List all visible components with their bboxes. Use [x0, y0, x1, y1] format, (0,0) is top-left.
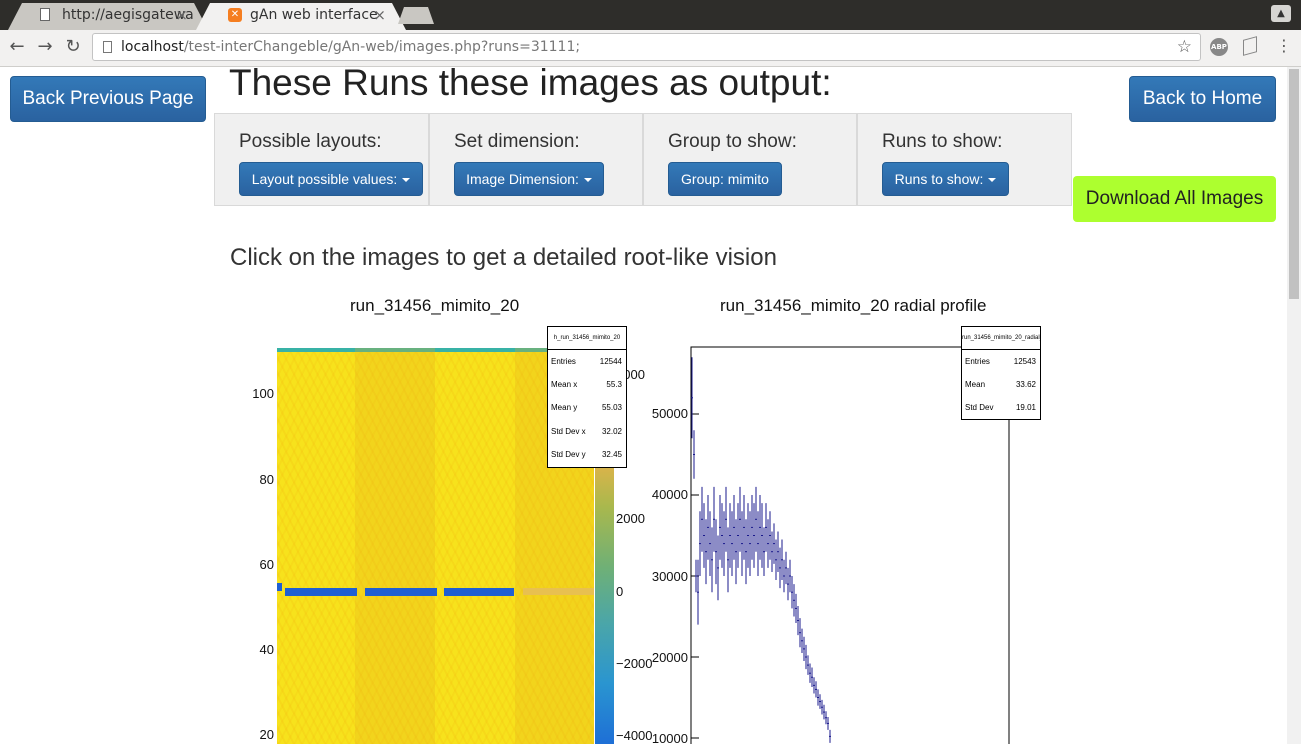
browser-tab-gan[interactable]: ✕ gAn web interface × — [196, 3, 406, 30]
stats-value: 33.62 — [1015, 380, 1036, 389]
bookmark-star-icon[interactable]: ☆ — [1177, 37, 1192, 57]
stats-key: Mean — [965, 380, 986, 389]
xampp-icon: ✕ — [228, 8, 242, 22]
stats-key: Entries — [965, 357, 990, 366]
adblock-extension-icon[interactable]: ABP — [1210, 38, 1228, 56]
radial-y-tick: 10000 — [651, 731, 688, 744]
page-icon — [40, 8, 50, 21]
stats-value: 19.01 — [1015, 403, 1036, 412]
browser-tab-aegis[interactable]: http://aegisgatewa × — [8, 3, 208, 30]
stats-value: 12543 — [1013, 357, 1036, 366]
stats-key: Std Dev — [965, 403, 994, 412]
url-path: /test-interChangeble/gAn-web/images.php?… — [183, 39, 581, 55]
back-arrow-icon[interactable]: ← — [6, 36, 28, 57]
address-bar[interactable]: localhost/test-interChangeble/gAn-web/im… — [92, 33, 1201, 61]
stats-row: Entries 12543 — [965, 357, 1036, 371]
reload-icon[interactable]: ↻ — [62, 36, 84, 57]
browser-tab-bar: http://aegisgatewa × ✕ gAn web interface… — [0, 0, 1301, 30]
tab-title: http://aegisgatewa — [62, 7, 194, 23]
page-content: Back Previous Page These Runs these imag… — [0, 67, 1287, 744]
extension-cube-icon[interactable] — [1243, 36, 1257, 56]
stats-row: Std Dev 19.01 — [965, 403, 1036, 417]
close-icon[interactable]: × — [175, 6, 188, 24]
tab-inner: http://aegisgatewa × — [26, 3, 194, 30]
stats-title: run_31456_mimito_20_radial_profile — [962, 327, 1040, 350]
tab-title: gAn web interface — [250, 7, 378, 23]
page-info-icon[interactable] — [103, 41, 112, 53]
stats-row: Mean 33.62 — [965, 380, 1036, 394]
browser-menu-icon[interactable]: ⋮ — [1276, 36, 1292, 55]
tab-inner: ✕ gAn web interface × — [214, 3, 388, 30]
forward-arrow-icon[interactable]: → — [34, 36, 56, 57]
browser-toolbar: ← → ↻ localhost/test-interChangeble/gAn-… — [0, 30, 1301, 67]
radial-y-tick: 40000 — [651, 487, 688, 502]
close-icon[interactable]: × — [373, 6, 386, 24]
url-host: localhost — [121, 39, 184, 55]
radial-y-tick: 20000 — [651, 650, 688, 665]
radial-y-tick: 30000 — [651, 569, 688, 584]
window-restore-icon[interactable]: ▲ — [1271, 5, 1291, 22]
new-tab-button[interactable] — [398, 7, 434, 24]
radial-data-series — [691, 357, 831, 743]
url-text: localhost/test-interChangeble/gAn-web/im… — [121, 39, 580, 55]
radial-stats-box: run_31456_mimito_20_radial_profile Entri… — [961, 326, 1041, 420]
radial-y-tick: 50000 — [651, 406, 688, 421]
scrollbar-thumb[interactable] — [1289, 69, 1299, 299]
page-scrollbar[interactable] — [1287, 67, 1301, 744]
